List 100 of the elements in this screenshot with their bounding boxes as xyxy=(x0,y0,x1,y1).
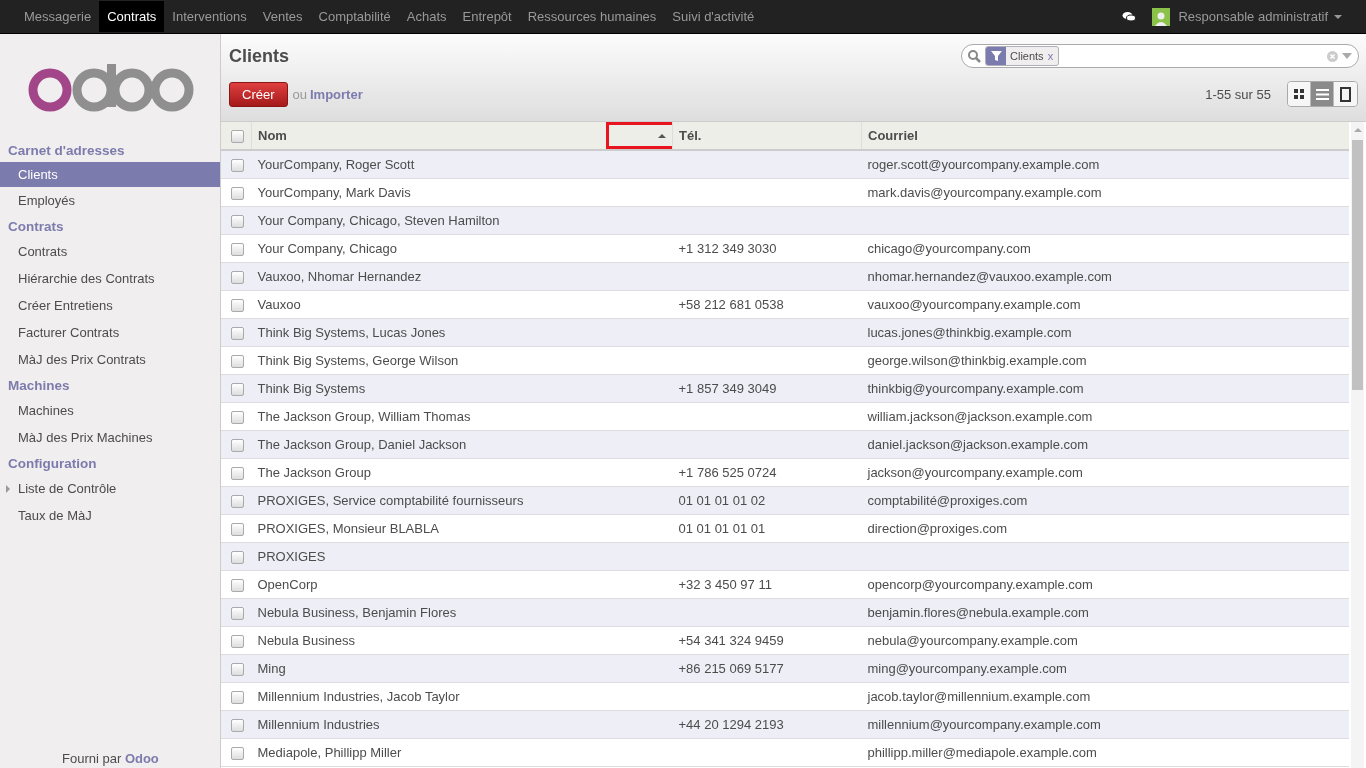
table-cell: +58 212 681 0538 xyxy=(678,297,784,312)
row-checkbox[interactable] xyxy=(231,411,244,425)
table-cell: chicago@yourcompany.com xyxy=(867,241,1031,256)
table-cell: +32 3 450 97 11 xyxy=(678,577,772,592)
row-checkbox[interactable] xyxy=(231,383,244,397)
table-cell: william.jackson@jackson.example.com xyxy=(867,409,1093,424)
table-cell: +54 341 324 9459 xyxy=(678,633,784,648)
search-field[interactable]: Clients x xyxy=(961,44,1359,68)
row-checkbox[interactable] xyxy=(231,467,244,481)
row-checkbox[interactable] xyxy=(231,579,244,593)
top-menu-item[interactable]: Messagerie xyxy=(16,1,100,32)
scrollbar[interactable] xyxy=(1351,122,1364,768)
row-checkbox[interactable] xyxy=(231,747,244,761)
row-checkbox[interactable] xyxy=(231,551,244,565)
row-checkbox[interactable] xyxy=(231,635,244,649)
dropdown-caret-icon[interactable] xyxy=(1342,53,1352,59)
sidebar-item[interactable]: Contrats xyxy=(0,238,220,265)
sidebar-item[interactable]: Machines xyxy=(0,397,220,424)
top-menu-item[interactable]: Entrepôt xyxy=(454,1,520,32)
sidebar-item[interactable]: Créer Entretiens xyxy=(0,292,220,319)
sidebar-item[interactable]: Facturer Contrats xyxy=(0,319,220,346)
sidebar-item[interactable]: Hiérarchie des Contrats xyxy=(0,265,220,292)
table-cell: +1 312 349 3030 xyxy=(678,241,777,256)
table-cell: daniel.jackson@jackson.example.com xyxy=(867,437,1089,452)
table-cell: Think Big Systems, Lucas Jones xyxy=(257,325,446,340)
top-menu-item[interactable]: Interventions xyxy=(164,1,255,32)
row-checkbox[interactable] xyxy=(231,327,244,341)
grid-icon xyxy=(1294,89,1304,99)
avatar-icon xyxy=(1152,7,1171,26)
table-cell: Ming xyxy=(257,661,286,676)
filter-facet[interactable]: Clients x xyxy=(985,46,1060,66)
page-icon xyxy=(1340,86,1351,102)
create-button[interactable]: Créer xyxy=(229,81,288,107)
row-checkbox[interactable] xyxy=(231,355,244,369)
kanban-view-button[interactable] xyxy=(1288,82,1311,106)
column-header[interactable]: Courriel xyxy=(861,122,1349,150)
table-cell: +44 20 1294 2193 xyxy=(678,717,784,732)
pager-text: 1-55 sur 55 xyxy=(1205,86,1271,102)
table-cell: vauxoo@yourcompany.example.com xyxy=(867,297,1081,312)
table-cell: Millennium Industries, Jacob Taylor xyxy=(257,689,460,704)
table-cell: george.wilson@thinkbig.example.com xyxy=(867,353,1087,368)
row-checkbox[interactable] xyxy=(231,607,244,621)
table-cell: The Jackson Group, William Thomas xyxy=(257,409,471,424)
table-cell: Vauxoo xyxy=(257,297,301,312)
sidebar-item[interactable]: Taux de MàJ xyxy=(0,502,220,529)
sidebar-item[interactable]: Employés xyxy=(0,187,220,214)
row-checkbox[interactable] xyxy=(231,663,244,677)
row-checkbox[interactable] xyxy=(231,299,244,313)
caret-icon xyxy=(1334,14,1342,19)
select-all-checkbox[interactable] xyxy=(231,130,244,144)
sidebar-section-title: Configuration xyxy=(7,455,98,473)
sidebar-item[interactable]: MàJ des Prix Contrats xyxy=(0,346,220,373)
table-cell: thinkbig@yourcompany.example.com xyxy=(867,381,1084,396)
table-cell: Millennium Industries xyxy=(257,717,380,732)
row-checkbox[interactable] xyxy=(231,719,244,733)
top-menu-item[interactable]: Contrats xyxy=(99,1,165,32)
table-cell: Think Big Systems, George Wilson xyxy=(257,353,459,368)
sidebar-section-title: Contrats xyxy=(7,218,65,236)
top-menu-item[interactable]: Ventes xyxy=(254,1,311,32)
row-checkbox[interactable] xyxy=(231,523,244,537)
table-cell: millennium@yourcompany.example.com xyxy=(867,717,1101,732)
row-checkbox[interactable] xyxy=(231,187,244,201)
sidebar-item[interactable]: MàJ des Prix Machines xyxy=(0,424,220,451)
table-cell: The Jackson Group, Daniel Jackson xyxy=(257,437,467,452)
row-checkbox[interactable] xyxy=(231,271,244,285)
row-checkbox[interactable] xyxy=(231,439,244,453)
row-checkbox[interactable] xyxy=(231,691,244,705)
sidebar-item[interactable]: Liste de Contrôle xyxy=(0,475,220,502)
list-icon xyxy=(1315,88,1329,100)
table-cell: ming@yourcompany.example.com xyxy=(867,661,1067,676)
top-menu-item[interactable]: Comptabilité xyxy=(310,1,399,32)
row-checkbox[interactable] xyxy=(231,495,244,509)
table-cell: PROXIGES, Service comptabilité fournisseurs xyxy=(257,493,524,508)
top-menu-item[interactable]: Ressources humaines xyxy=(519,1,665,32)
top-menu-item[interactable]: Achats xyxy=(398,1,455,32)
table-cell: Think Big Systems xyxy=(257,381,366,396)
table-cell: YourCompany, Mark Davis xyxy=(257,185,411,200)
clear-icon[interactable] xyxy=(1327,50,1338,62)
row-checkbox[interactable] xyxy=(231,215,244,229)
search-icon xyxy=(968,49,981,63)
table-cell: The Jackson Group xyxy=(257,465,371,480)
footer-link[interactable]: Odoo xyxy=(124,751,159,766)
table-cell: comptabilité@proxiges.com xyxy=(867,493,1028,508)
user-menu[interactable]: Responsable administratif xyxy=(1178,9,1342,24)
column-header[interactable]: Tél. xyxy=(672,122,862,150)
table-cell: nhomar.hernandez@vauxoo.example.com xyxy=(867,269,1112,284)
sidebar-item[interactable]: Clients xyxy=(0,162,220,187)
or-text: ou xyxy=(292,86,307,102)
top-menu-item[interactable]: Suivi d'activité xyxy=(664,1,763,32)
sort-ascending-icon[interactable] xyxy=(658,133,666,138)
row-checkbox[interactable] xyxy=(231,159,244,173)
row-checkbox[interactable] xyxy=(231,243,244,257)
table-cell: benjamin.flores@nebula.example.com xyxy=(867,605,1089,620)
table-cell: OpenCorp xyxy=(257,577,318,592)
table-cell: jacob.taylor@millennium.example.com xyxy=(867,689,1091,704)
chat-icon[interactable] xyxy=(1122,10,1137,23)
column-header[interactable]: Nom xyxy=(251,122,614,150)
form-view-button[interactable] xyxy=(1334,82,1357,106)
page-title: Clients xyxy=(229,45,289,67)
footer-text: Fourni par xyxy=(62,751,122,766)
